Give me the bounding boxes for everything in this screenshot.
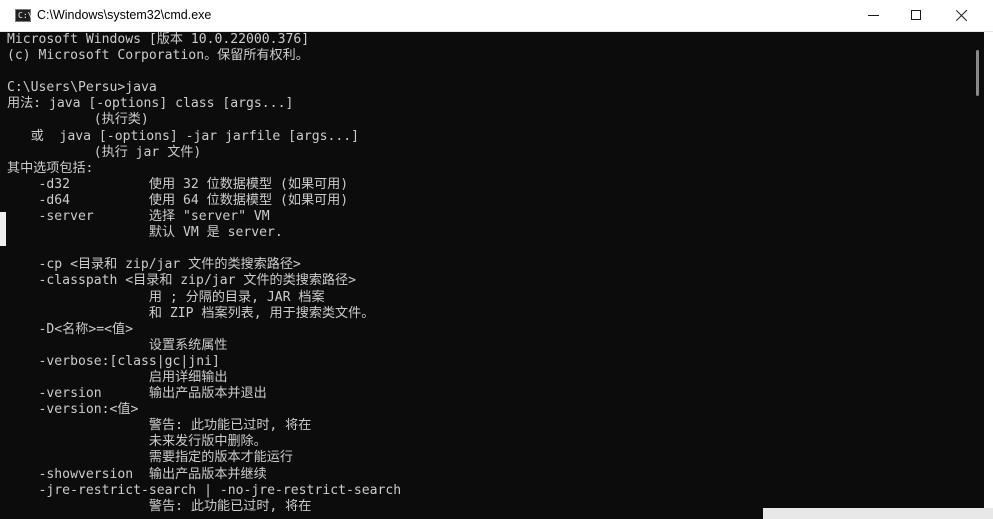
maximize-button[interactable] (893, 0, 939, 31)
scrollbar-thumb[interactable] (976, 50, 979, 96)
console-line: -version:<值> (7, 402, 139, 418)
console-line: -verbose:[class|gc|jni] (7, 353, 220, 369)
window-title: C:\Windows\system32\cmd.exe (37, 8, 212, 22)
console-line: 和 ZIP 档案列表, 用于搜索类文件。 (7, 305, 375, 321)
title-bar[interactable]: C:\ C:\Windows\system32\cmd.exe (0, 0, 993, 32)
console-line: 用法: java [-options] class [args...] (7, 96, 294, 112)
close-icon (956, 9, 968, 21)
background-window-strip (763, 508, 993, 519)
window-edge-gap (984, 32, 993, 519)
maximize-icon (911, 10, 921, 20)
cmd-icon-prompt: C:\ (18, 11, 33, 20)
console-line: -d32 使用 32 位数据模型 (如果可用) (7, 176, 349, 192)
background-window-fragment (0, 212, 6, 246)
console-line: 启用详细输出 (7, 369, 228, 385)
console-line: 默认 VM 是 server. (7, 225, 283, 241)
console-line: -D<名称>=<值> (7, 321, 133, 337)
console-line: (c) Microsoft Corporation。保留所有权利。 (7, 48, 309, 64)
console-line: -version 输出产品版本并退出 (7, 386, 267, 402)
minimize-button[interactable] (851, 0, 897, 31)
console-line: (执行类) (7, 112, 149, 128)
cmd-icon: C:\ (15, 9, 33, 22)
console-line: -showversion 输出产品版本并继续 (7, 466, 267, 482)
console-line: -classpath <目录和 zip/jar 文件的类搜索路径> (7, 273, 356, 289)
vertical-scrollbar[interactable] (968, 32, 984, 519)
console-line: 警告: 此功能已过时, 将在 (7, 418, 312, 434)
console-line: C:\Users\Persu>java (7, 80, 157, 96)
console-line: -d64 使用 64 位数据模型 (如果可用) (7, 192, 349, 208)
console-line: -cp <目录和 zip/jar 文件的类搜索路径> (7, 257, 301, 273)
console-line: 未来发行版中删除。 (7, 434, 267, 450)
cmd-window: C:\ C:\Windows\system32\cmd.exe Microsof… (0, 0, 993, 519)
console-line: 用 ; 分隔的目录, JAR 档案 (7, 289, 325, 305)
console-line: -server 选择 "server" VM (7, 209, 270, 225)
minimize-icon (868, 15, 879, 16)
console-line: 设置系统属性 (7, 337, 228, 353)
console-line: (执行 jar 文件) (7, 144, 202, 160)
console-line: 或 java [-options] -jar jarfile [args...] (7, 128, 360, 144)
console-line: 需要指定的版本才能运行 (7, 450, 293, 466)
console-output[interactable]: Microsoft Windows [版本 10.0.22000.376] (c)… (7, 32, 967, 519)
console-line: 其中选项包括: (7, 160, 94, 176)
console-line: -jre-restrict-search | -no-jre-restrict-… (7, 482, 402, 498)
close-button[interactable] (939, 0, 985, 31)
console-line: Microsoft Windows [版本 10.0.22000.376] (7, 32, 310, 47)
